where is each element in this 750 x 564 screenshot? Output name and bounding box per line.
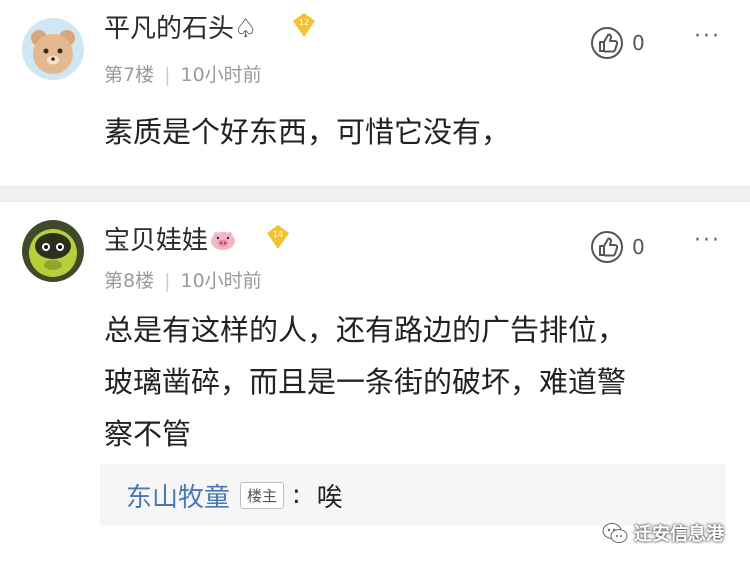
meta-divider: | <box>164 64 171 86</box>
diamond-badge-icon: 12 <box>293 13 315 37</box>
green-character-avatar-icon[interactable] <box>22 220 84 282</box>
comment-body-line: 察不管 <box>104 417 192 451</box>
meta-divider: | <box>164 270 171 292</box>
comment-body: 总是有这样的人，还有路边的广告排位， 玻璃凿碎，而且是一条街的破坏，难道警 察不… <box>104 304 724 460</box>
like-count: 0 <box>632 235 645 259</box>
level-badge: 14 <box>266 224 290 250</box>
level-number: 12 <box>299 18 309 27</box>
comment-item: 平凡的石头♤ 12 第7楼 | 10小时前 0 ··· 素质是个好东西，可惜它没有， <box>0 0 750 186</box>
level-number: 14 <box>273 230 283 239</box>
like-button[interactable]: 0 <box>590 230 645 264</box>
reply-preview[interactable]: 东山牧童 楼主 : 唉 <box>100 464 726 526</box>
timestamp: 10小时前 <box>180 64 262 86</box>
watermark-text: 迁安信息港 <box>634 524 724 545</box>
comment-item: 宝贝娃娃 14 第8楼 | 10小时前 0 ··· 总是有这样的人，还有路边的广… <box>0 200 750 564</box>
more-options-icon[interactable]: ··· <box>694 24 721 49</box>
comment-list: 平凡的石头♤ 12 第7楼 | 10小时前 0 ··· 素质是个好东西，可惜它没有， <box>0 0 750 564</box>
comment-meta: 第8楼 | 10小时前 <box>104 266 262 293</box>
bear-avatar-icon[interactable] <box>22 18 84 80</box>
thumbs-up-icon <box>591 231 623 263</box>
watermark: 迁安信息港 <box>602 520 724 546</box>
wechat-icon <box>602 523 628 543</box>
comment-body-line: 总是有这样的人，还有路边的广告排位， <box>104 313 627 347</box>
timestamp: 10小时前 <box>180 270 262 292</box>
floor-label: 第7楼 <box>104 64 155 86</box>
username[interactable]: 宝贝娃娃 <box>104 220 236 258</box>
pig-icon <box>210 228 236 258</box>
reply-author[interactable]: 东山牧童 <box>126 477 230 514</box>
spade-icon: ♤ <box>234 14 258 44</box>
diamond-badge-icon: 14 <box>267 225 289 249</box>
thumbs-up-icon <box>591 27 623 59</box>
username-text[interactable]: 平凡的石头 <box>104 14 234 44</box>
comment-meta: 第7楼 | 10小时前 <box>104 60 262 87</box>
host-tag: 楼主 <box>240 481 285 509</box>
username[interactable]: 平凡的石头♤ <box>104 8 257 45</box>
like-count: 0 <box>632 31 645 55</box>
comment-body-line: 玻璃凿碎，而且是一条街的破坏，难道警 <box>104 365 627 399</box>
reply-text: 唉 <box>316 482 343 513</box>
username-text[interactable]: 宝贝娃娃 <box>104 226 208 256</box>
like-button[interactable]: 0 <box>590 26 645 60</box>
comment-body: 素质是个好东西，可惜它没有， <box>104 115 511 149</box>
more-options-icon[interactable]: ··· <box>694 228 721 253</box>
reply-separator: : <box>292 480 301 510</box>
floor-label: 第8楼 <box>104 270 155 292</box>
level-badge: 12 <box>292 12 316 38</box>
